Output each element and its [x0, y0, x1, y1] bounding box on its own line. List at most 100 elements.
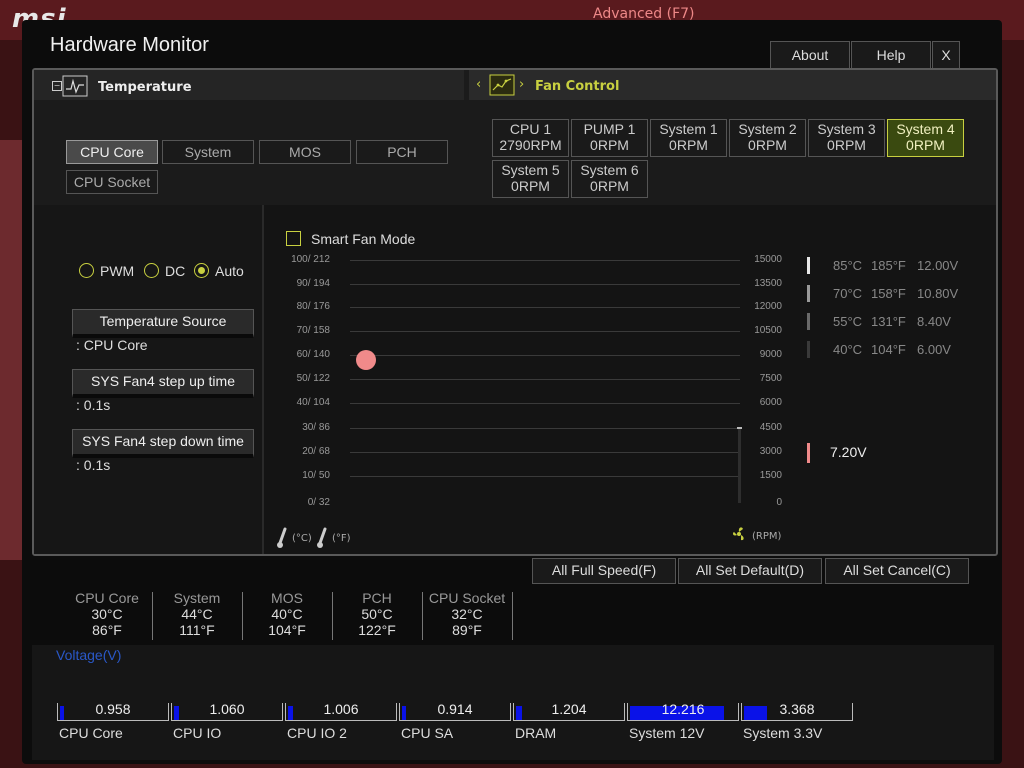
fan-icon	[733, 527, 744, 541]
radio-circle[interactable]	[144, 263, 159, 278]
about-button[interactable]: About	[770, 41, 850, 69]
temperature-source-button[interactable]: Temperature Source	[72, 309, 254, 338]
legend-celsius: 40°C	[833, 342, 863, 357]
voltage-gauge-baseline	[400, 720, 510, 721]
temp-readout-fahrenheit: 89°F	[452, 622, 482, 638]
fan-name: System 6	[580, 162, 639, 178]
temp-readout-celsius: 44°C	[181, 606, 213, 622]
voltage-gauge-baseline	[628, 720, 738, 721]
temp-source-cpu-socket[interactable]: CPU Socket	[66, 170, 158, 194]
y-tick-right: 6000	[759, 397, 782, 408]
grid-line	[350, 428, 740, 429]
fan-button-system-1[interactable]: System 1 0RPM	[650, 119, 727, 157]
fan-control-header-label: Fan Control	[535, 79, 620, 94]
voltage-gauge-system-12v: 12.216	[627, 701, 739, 721]
grid-line	[350, 355, 740, 356]
fan-name: System 3	[817, 121, 876, 137]
temp-source-mos[interactable]: MOS	[259, 140, 351, 164]
mode-radio-auto[interactable]: Auto	[194, 263, 244, 279]
step-down-time-button[interactable]: SYS Fan4 step down time	[72, 429, 254, 458]
temp-readout-cpu-core: CPU Core 30°C 86°F	[62, 590, 152, 640]
legend-voltage: 8.40V	[917, 314, 951, 329]
radio-circle[interactable]	[79, 263, 94, 278]
temp-source-system[interactable]: System	[162, 140, 254, 164]
fan-button-system-6[interactable]: System 6 0RPM	[571, 160, 648, 198]
voltage-name: CPU IO 2	[287, 725, 347, 741]
fan-settings-panel: PWM DC Auto Temperature Source : CPU Core …	[34, 205, 264, 554]
fan-button-system-4[interactable]: System 4 0RPM	[887, 119, 964, 157]
temperature-header: − Temperature	[34, 70, 464, 100]
fan-name: CPU 1	[509, 121, 552, 137]
legend-celsius: 85°C	[833, 258, 863, 273]
fan-chart-icon	[489, 74, 515, 96]
fan-button-cpu-1[interactable]: CPU 1 2790RPM	[492, 119, 569, 157]
legend-marker	[807, 257, 810, 274]
all-set-cancel-button[interactable]: All Set Cancel(C)	[825, 558, 969, 584]
voltage-gauge-cpu-core: 0.958	[57, 701, 169, 721]
smart-fan-label: Smart Fan Mode	[311, 231, 416, 247]
legend-voltage: 12.00V	[917, 258, 959, 273]
fan-name: System 5	[501, 162, 560, 178]
fan-rpm: 0RPM	[906, 137, 945, 153]
fan-control-header: ‹ › Fan Control	[469, 70, 996, 100]
fan-button-pump-1[interactable]: PUMP 1 0RPM	[571, 119, 648, 157]
temp-readout-celsius: 32°C	[451, 606, 483, 622]
y-tick-right: 13500	[754, 278, 782, 289]
fan-curve-point[interactable]	[356, 349, 376, 370]
y-tick-left: 20/ 68	[302, 446, 330, 457]
voltage-name: CPU SA	[401, 725, 454, 741]
step-up-time-button[interactable]: SYS Fan4 step up time	[72, 369, 254, 398]
legend-fahrenheit: 104°F	[871, 342, 906, 357]
grid-line	[350, 379, 740, 380]
all-set-default-button[interactable]: All Set Default(D)	[678, 558, 822, 584]
fan-rpm: 0RPM	[590, 137, 629, 153]
smart-fan-checkbox[interactable]	[286, 231, 301, 246]
dialog-title: Hardware Monitor	[50, 34, 209, 56]
radio-label: PWM	[100, 263, 135, 279]
voltage-gauge-cpu-io: 1.060	[171, 701, 283, 721]
fan-rpm: 0RPM	[748, 137, 787, 153]
temp-readout-fahrenheit: 86°F	[92, 622, 122, 638]
voltage-value: 0.914	[437, 701, 473, 717]
fan-rpm: 2790RPM	[499, 137, 562, 153]
chevron-right-icon[interactable]: ›	[519, 77, 524, 92]
chevron-left-icon[interactable]: ‹	[476, 77, 481, 92]
fan-rpm: 0RPM	[590, 178, 629, 194]
fan-button-system-3[interactable]: System 3 0RPM	[808, 119, 885, 157]
temp-source-cpu-core[interactable]: CPU Core	[66, 140, 158, 164]
temp-readout-pch: PCH 50°C 122°F	[332, 590, 422, 640]
smart-fan-mode[interactable]: Smart Fan Mode	[286, 231, 415, 247]
y-tick-left: 70/ 158	[296, 325, 330, 336]
temp-source-pch[interactable]: PCH	[356, 140, 448, 164]
fan-name: PUMP 1	[583, 121, 636, 137]
radio-circle[interactable]	[194, 263, 209, 278]
grid-line	[350, 284, 740, 285]
fan-name: System 2	[738, 121, 797, 137]
mode-radio-dc[interactable]: DC	[144, 263, 185, 279]
close-button[interactable]: X	[932, 41, 960, 69]
help-button[interactable]: Help	[851, 41, 931, 69]
temp-readout-system: System 44°C 111°F	[152, 590, 242, 640]
radio-label: DC	[165, 263, 186, 279]
temp-readout-name: System	[173, 590, 221, 606]
thermometer-icon	[317, 527, 327, 548]
celsius-unit-label: (°C)	[292, 533, 312, 544]
y-tick-right: 1500	[759, 470, 782, 481]
fan-rpm: 0RPM	[669, 137, 708, 153]
fahrenheit-unit-label: (°F)	[332, 533, 351, 544]
step-down-time-value: : 0.1s	[76, 457, 111, 473]
fan-button-system-5[interactable]: System 5 0RPM	[492, 160, 569, 198]
y-tick-right: 4500	[759, 422, 782, 433]
legend-fahrenheit: 131°F	[871, 314, 906, 329]
y-tick-right: 0	[776, 497, 782, 508]
all-full-speed-button[interactable]: All Full Speed(F)	[532, 558, 676, 584]
mode-radio-pwm[interactable]: PWM	[79, 263, 134, 279]
fan-settings-area: PWM DC Auto Temperature Source : CPU Core …	[34, 205, 996, 554]
fan-button-system-2[interactable]: System 2 0RPM	[729, 119, 806, 157]
voltage-gauge-system-3-3v: 3.368	[741, 701, 853, 721]
y-tick-right: 3000	[759, 446, 782, 457]
collapse-icon[interactable]: −	[52, 81, 62, 91]
radio-label: Auto	[215, 263, 244, 279]
rpm-indicator-track	[738, 428, 741, 503]
temp-readout-name: CPU Core	[75, 590, 139, 606]
